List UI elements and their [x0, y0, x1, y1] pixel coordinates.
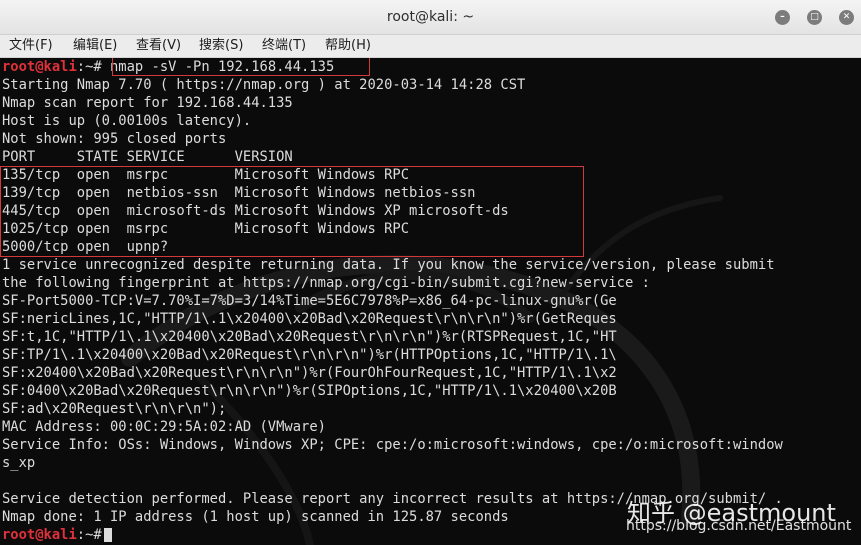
menu-terminal[interactable]: 终端(T): [262, 35, 306, 58]
output-line: SF:x20400\x20Bad\x20Request\r\n\r\n")%r(…: [2, 365, 617, 381]
output-line: SF:0400\x20Bad\x20Request\r\n\r\n")%r(SI…: [2, 383, 617, 399]
csdn-watermark: https://blog.csdn.net/Eastmount: [626, 518, 852, 534]
minimize-button[interactable]: –: [775, 10, 790, 25]
command-highlight-box: [112, 58, 370, 76]
output-line: 1 service unrecognized despite returning…: [2, 257, 775, 273]
menu-view[interactable]: 查看(V): [136, 35, 181, 58]
output-line: Nmap done: 1 IP address (1 host up) scan…: [2, 509, 509, 525]
window-title: root@kali: ~: [386, 9, 475, 25]
menu-search[interactable]: 搜索(S): [199, 35, 243, 58]
output-line: Not shown: 995 closed ports: [2, 131, 227, 147]
output-line: SF:TP/1\.1\x20400\x20Bad\x20Request\r\n\…: [2, 347, 617, 363]
output-line: MAC Address: 00:0C:29:5A:02:AD (VMware): [2, 419, 326, 435]
menu-help[interactable]: 帮助(H): [325, 35, 371, 58]
prompt-path: :~#: [76, 59, 102, 75]
output-line: PORT STATE SERVICE VERSION: [2, 149, 293, 165]
output-line: SF:nericLines,1C,"HTTP/1\.1\x20400\x20Ba…: [2, 311, 617, 327]
menu-edit[interactable]: 编辑(E): [73, 35, 117, 58]
output-line: the following fingerprint at https://nma…: [2, 275, 650, 291]
output-line: Starting Nmap 7.70 ( https://nmap.org ) …: [2, 77, 526, 93]
menu-file[interactable]: 文件(F): [9, 35, 53, 58]
terminal-window: root@kali: ~ – □ ✕ 文件(F) 编辑(E) 查看(V) 搜索(…: [0, 0, 861, 545]
output-line: SF:ad\x20Request\r\n\r\n");: [2, 401, 227, 417]
output-line: SF-Port5000-TCP:V=7.70%I=7%D=3/14%Time=5…: [2, 293, 617, 309]
terminal-cursor: [103, 528, 112, 542]
output-line: Nmap scan report for 192.168.44.135: [2, 95, 293, 111]
output-line: Service Info: OSs: Windows, Windows XP; …: [2, 437, 783, 453]
output-line: SF:t,1C,"HTTP/1\.1\x20400\x20Bad\x20Requ…: [2, 329, 617, 345]
title-bar[interactable]: root@kali: ~ – □ ✕: [0, 0, 861, 35]
prompt-user: root@kali: [2, 59, 77, 75]
terminal-output-area[interactable]: root@kali:~# nmap -sV -Pn 192.168.44.135…: [0, 58, 861, 545]
ports-highlight-box: [0, 166, 584, 257]
close-button[interactable]: ✕: [839, 10, 854, 25]
output-line: s_xp: [2, 455, 36, 471]
final-prompt-user: root@kali: [2, 527, 77, 543]
final-prompt-line: root@kali:~#: [2, 526, 112, 544]
menu-bar: 文件(F) 编辑(E) 查看(V) 搜索(S) 终端(T) 帮助(H): [0, 35, 861, 58]
output-line: Host is up (0.00100s latency).: [2, 113, 252, 129]
final-prompt-path: :~#: [76, 527, 102, 543]
maximize-button[interactable]: □: [807, 10, 822, 25]
